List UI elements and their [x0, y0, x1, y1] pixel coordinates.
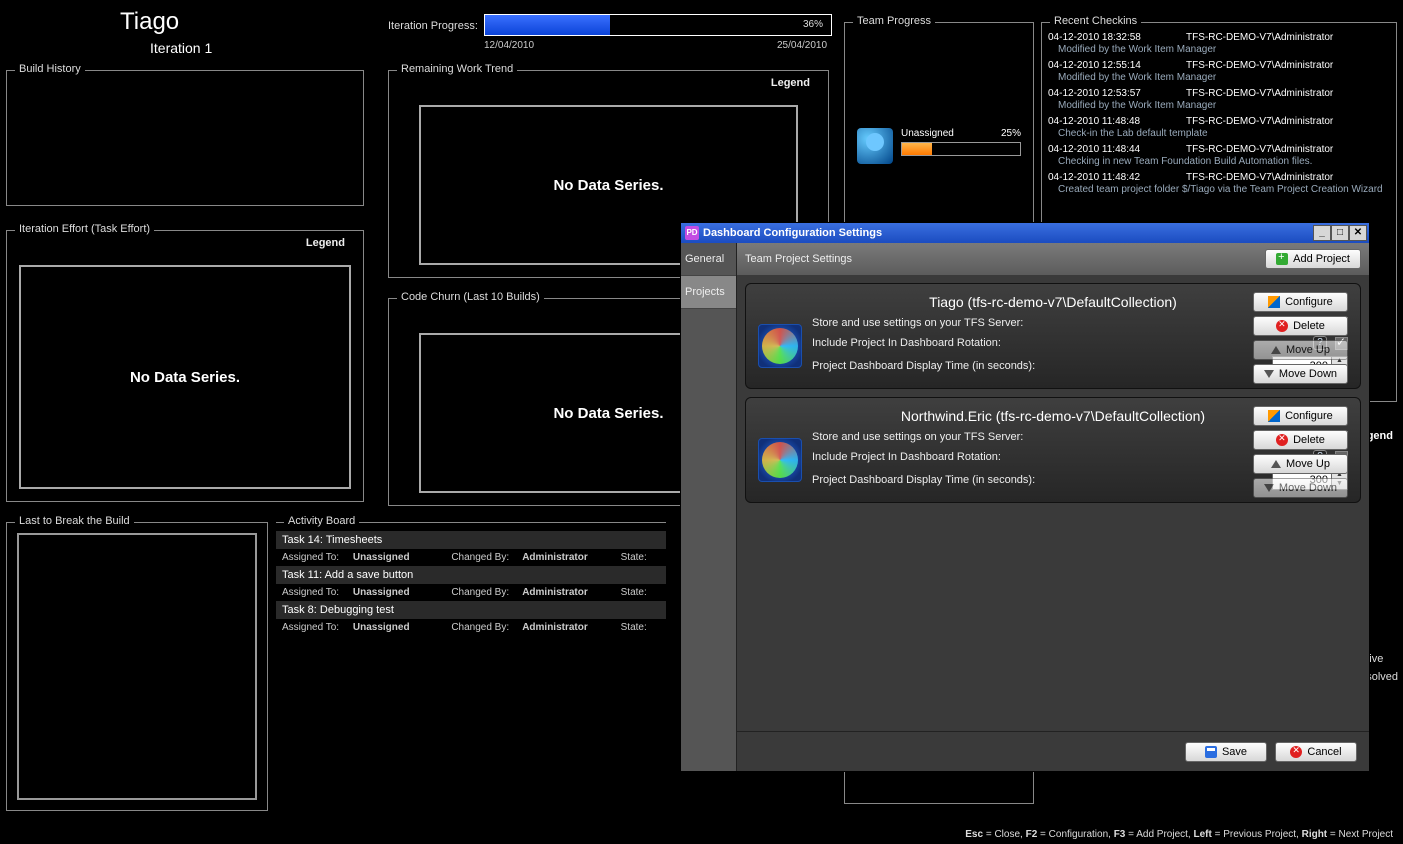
panel-activity-board: Activity Board Task 14: TimesheetsAssign… — [276, 522, 666, 811]
setting-label: Include Project In Dashboard Rotation: — [812, 451, 1305, 463]
checkin-row[interactable]: 04-12-2010 12:55:14TFS-RC-DEMO-V7\Admini… — [1048, 59, 1392, 71]
button-label: Add Project — [1293, 253, 1350, 265]
configure-button[interactable]: Configure — [1253, 292, 1348, 312]
legend-item: tive — [1366, 650, 1398, 668]
panel-build-history: Build History — [6, 70, 364, 206]
checkin-row[interactable]: 04-12-2010 11:48:44TFS-RC-DEMO-V7\Admini… — [1048, 143, 1392, 155]
arrow-down-icon — [1264, 484, 1274, 492]
project-card: Northwind.Eric (tfs-rc-demo-v7\DefaultCo… — [745, 397, 1361, 503]
setting-label: Include Project In Dashboard Rotation: — [812, 337, 1305, 349]
setting-label: Store and use settings on your TFS Serve… — [812, 431, 1305, 443]
team-member-row: Unassigned 25% — [857, 128, 1021, 164]
tab-general[interactable]: General — [681, 243, 736, 276]
pencil-icon — [1268, 410, 1280, 422]
setting-label: Store and use settings on your TFS Serve… — [812, 317, 1305, 329]
footer-hints: Esc = Close, F2 = Configuration, F3 = Ad… — [965, 829, 1393, 840]
legend-label: Legend — [771, 77, 810, 89]
minimize-button[interactable]: _ — [1313, 225, 1331, 241]
activity-item-detail: Assigned To:UnassignedChanged By:Adminis… — [276, 619, 666, 636]
checkin-row[interactable]: 04-12-2010 11:48:42TFS-RC-DEMO-V7\Admini… — [1048, 171, 1392, 183]
move-down-button[interactable]: Move Down — [1253, 364, 1348, 384]
project-card: Tiago (tfs-rc-demo-v7\DefaultCollection)… — [745, 283, 1361, 389]
checkin-message: Modified by the Work Item Manager — [1048, 99, 1392, 115]
close-button[interactable]: ✕ — [1349, 225, 1367, 241]
legend-item: solved — [1366, 668, 1398, 686]
dashboard-config-dialog: PD Dashboard Configuration Settings _ □ … — [680, 222, 1370, 772]
panel-last-break-build: Last to Break the Build — [6, 522, 268, 811]
activity-item-detail: Assigned To:UnassignedChanged By:Adminis… — [276, 584, 666, 601]
move-down-button: Move Down — [1253, 478, 1348, 498]
app-icon: PD — [685, 226, 699, 240]
legend-label: Legend — [306, 237, 345, 249]
cancel-button[interactable]: Cancel — [1275, 742, 1357, 762]
configure-button[interactable]: Configure — [1253, 406, 1348, 426]
activity-item-title[interactable]: Task 8: Debugging test — [276, 601, 666, 619]
activity-item-detail: Assigned To:UnassignedChanged By:Adminis… — [276, 549, 666, 566]
project-icon — [758, 324, 802, 368]
iteration-progress-bar: 36% — [484, 14, 832, 36]
last-break-box — [17, 533, 257, 800]
delete-button[interactable]: Delete — [1253, 316, 1348, 336]
save-icon — [1205, 746, 1217, 758]
delete-button[interactable]: Delete — [1253, 430, 1348, 450]
checkin-row[interactable]: 04-12-2010 18:32:58TFS-RC-DEMO-V7\Admini… — [1048, 31, 1392, 43]
panel-title: Build History — [15, 63, 85, 75]
avatar-icon — [857, 128, 893, 164]
panel-title: Code Churn (Last 10 Builds) — [397, 291, 544, 303]
dialog-titlebar[interactable]: PD Dashboard Configuration Settings _ □ … — [681, 223, 1369, 243]
panel-title: Iteration Effort (Task Effort) — [15, 223, 154, 235]
arrow-up-icon — [1271, 346, 1281, 354]
project-icon — [758, 438, 802, 482]
checkin-message: Modified by the Work Item Manager — [1048, 71, 1392, 87]
activity-item-title[interactable]: Task 11: Add a save button — [276, 566, 666, 584]
checkin-message: Checking in new Team Foundation Build Au… — [1048, 155, 1392, 171]
panel-title: Last to Break the Build — [15, 515, 134, 527]
setting-label: Project Dashboard Display Time (in secon… — [812, 474, 1264, 486]
move-up-button: Move Up — [1253, 340, 1348, 360]
pencil-icon — [1268, 296, 1280, 308]
team-member-pct: 25% — [1001, 128, 1021, 139]
chart-iteration-effort: No Data Series. — [19, 265, 351, 489]
delete-icon — [1276, 434, 1288, 446]
iteration-progress-label: Iteration Progress: — [388, 20, 478, 32]
plus-icon — [1276, 253, 1288, 265]
button-label: Save — [1222, 746, 1247, 758]
setting-label: Project Dashboard Display Time (in secon… — [812, 360, 1264, 372]
arrow-up-icon — [1271, 460, 1281, 468]
panel-title: Team Progress — [853, 15, 935, 27]
panel-title: Remaining Work Trend — [397, 63, 517, 75]
tab-projects[interactable]: Projects — [681, 276, 736, 309]
team-progress-bar — [901, 142, 1021, 156]
panel-title: Recent Checkins — [1050, 15, 1141, 27]
iteration-name: Iteration 1 — [150, 40, 212, 56]
team-member-name: Unassigned — [901, 128, 954, 139]
delete-icon — [1276, 320, 1288, 332]
save-button[interactable]: Save — [1185, 742, 1267, 762]
panel-title: Activity Board — [284, 515, 359, 527]
checkin-row[interactable]: 04-12-2010 11:48:48TFS-RC-DEMO-V7\Admini… — [1048, 115, 1392, 127]
cancel-icon — [1290, 746, 1302, 758]
move-up-button[interactable]: Move Up — [1253, 454, 1348, 474]
subheader-title: Team Project Settings — [745, 253, 852, 265]
dialog-tabs: General Projects — [681, 243, 737, 771]
panel-iteration-effort: Iteration Effort (Task Effort) Legend No… — [6, 230, 364, 502]
iteration-progress-pct: 36% — [803, 19, 823, 30]
button-label: Cancel — [1307, 746, 1341, 758]
maximize-button[interactable]: □ — [1331, 225, 1349, 241]
activity-item-title[interactable]: Task 14: Timesheets — [276, 531, 666, 549]
iteration-start-date: 12/04/2010 — [484, 40, 534, 51]
iteration-end-date: 25/04/2010 — [777, 40, 827, 51]
arrow-down-icon — [1264, 370, 1274, 378]
checkin-message: Modified by the Work Item Manager — [1048, 43, 1392, 59]
checkin-message: Check-in the Lab default template — [1048, 127, 1392, 143]
dialog-title: Dashboard Configuration Settings — [703, 227, 882, 239]
project-name: Tiago — [120, 8, 179, 36]
checkin-message: Created team project folder $/Tiago via … — [1048, 183, 1392, 199]
checkin-row[interactable]: 04-12-2010 12:53:57TFS-RC-DEMO-V7\Admini… — [1048, 87, 1392, 99]
add-project-button[interactable]: Add Project — [1265, 249, 1361, 269]
